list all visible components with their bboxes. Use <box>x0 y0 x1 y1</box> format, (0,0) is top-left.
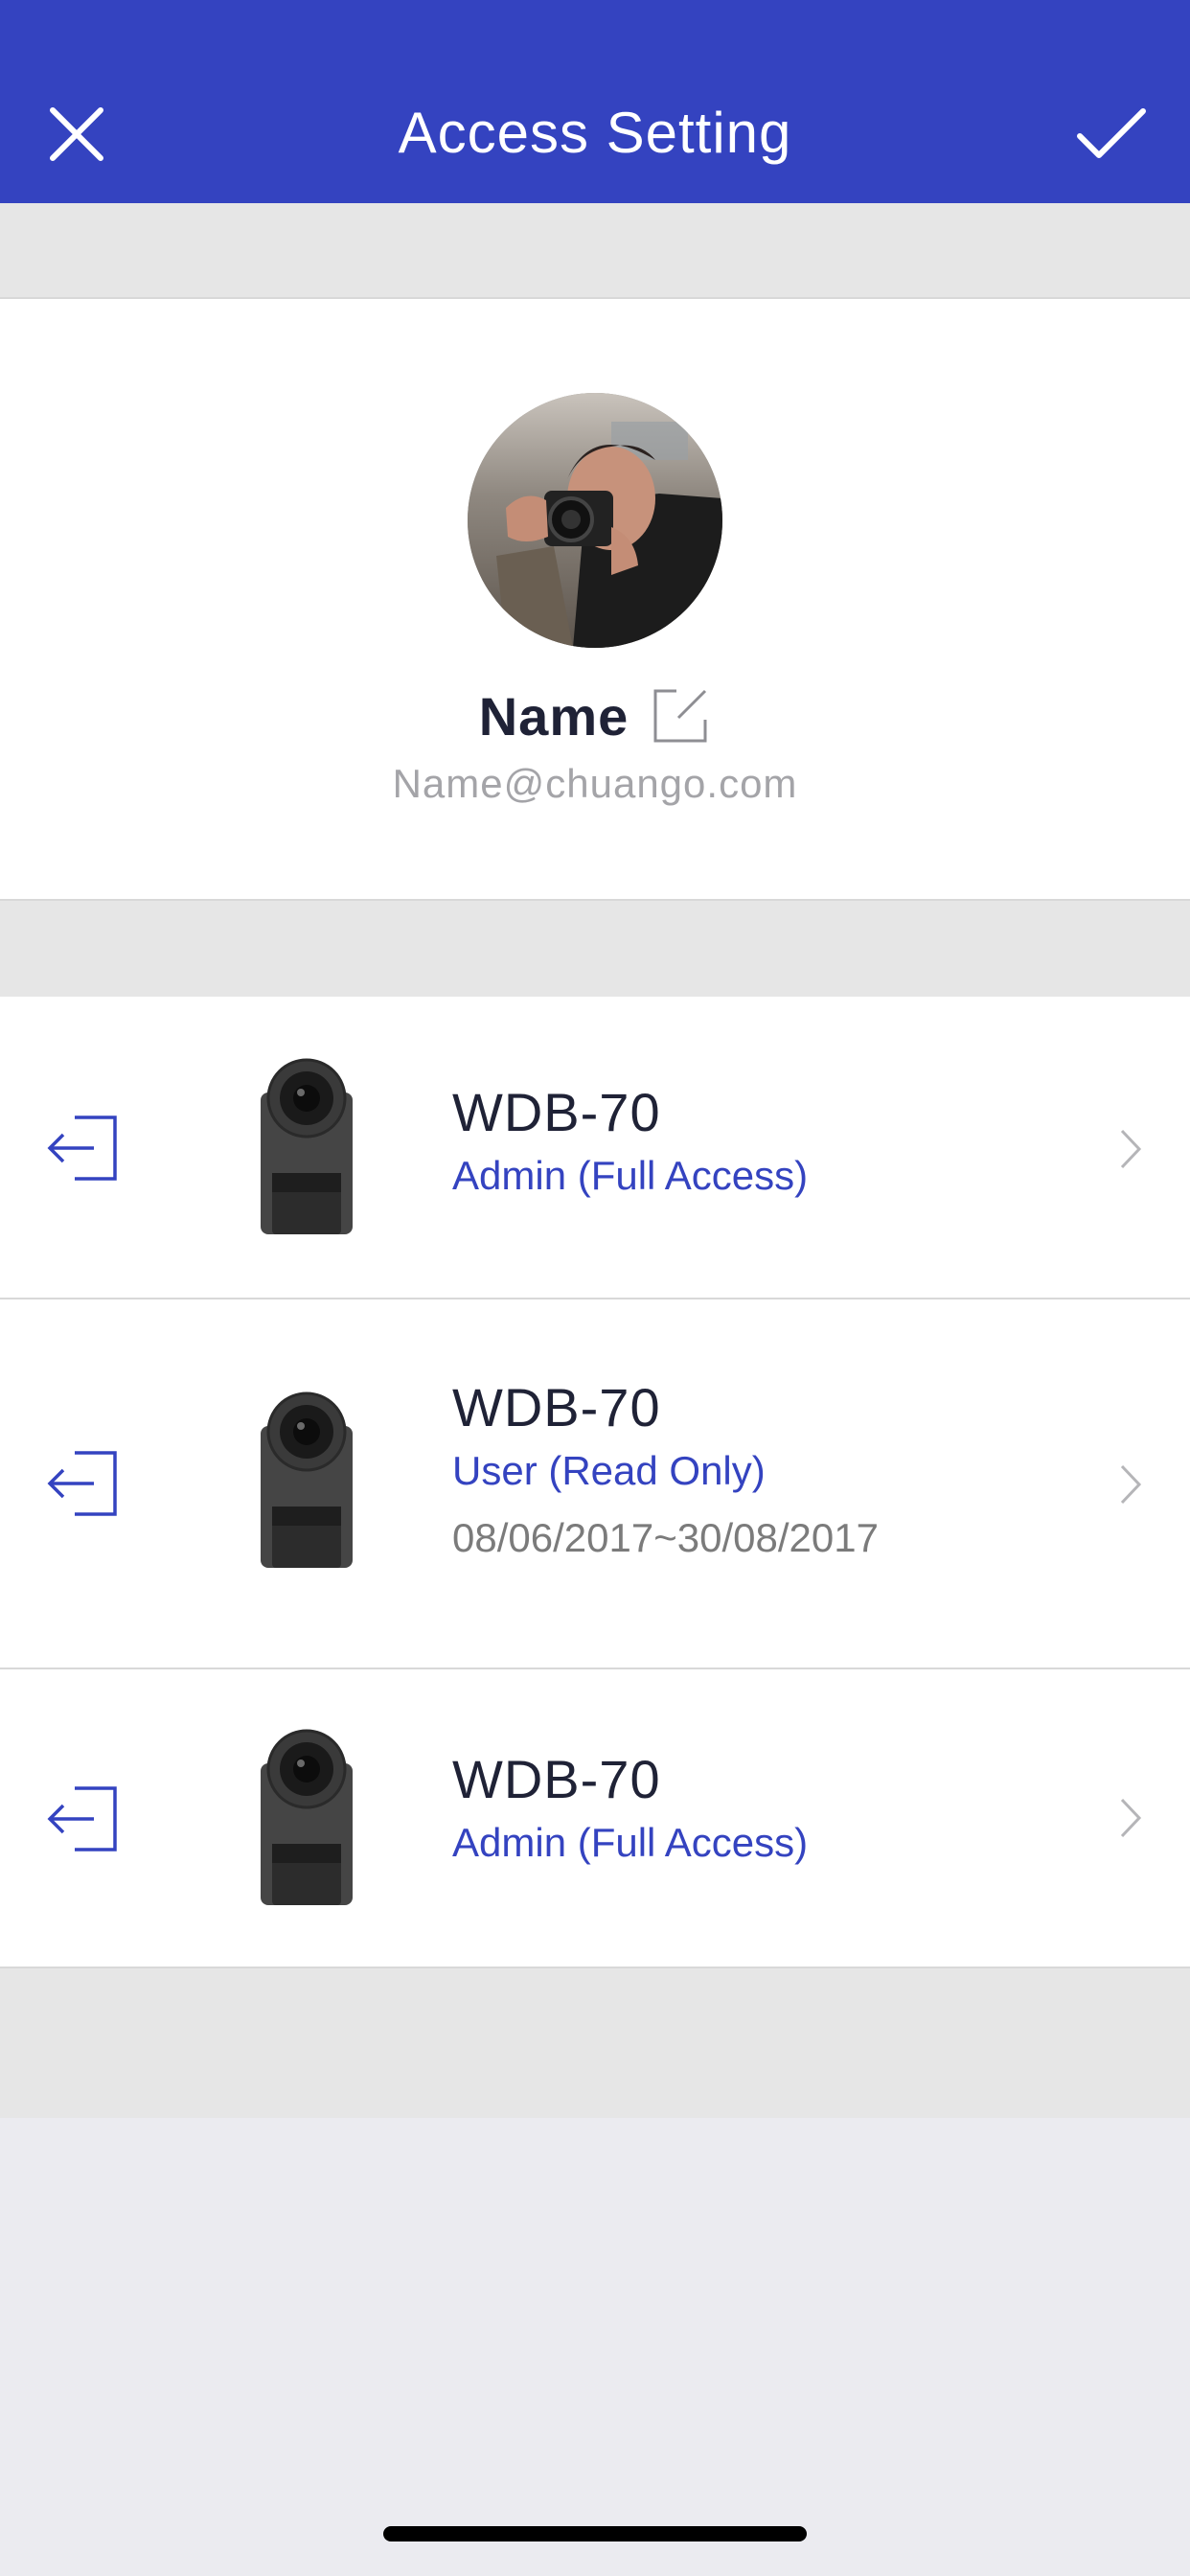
avatar <box>468 393 722 648</box>
device-item[interactable]: WDB-70 Admin (Full Access) <box>0 997 1190 1300</box>
confirm-button[interactable] <box>1068 96 1155 172</box>
device-item[interactable]: WDB-70 Admin (Full Access) <box>0 1669 1190 1968</box>
device-info: WDB-70 User (Read Only) 08/06/2017~30/08… <box>452 1374 879 1572</box>
device-name: WDB-70 <box>452 1377 661 1438</box>
profile-email: Name@chuango.com <box>392 761 798 806</box>
device-role: User (Read Only) <box>452 1448 766 1493</box>
checkmark-icon <box>1077 108 1146 158</box>
page-title: Access Setting <box>398 101 792 165</box>
device-name: WDB-70 <box>452 1749 661 1809</box>
device-role: Admin (Full Access) <box>452 1820 809 1865</box>
exit-icon[interactable] <box>46 1445 123 1522</box>
device-item[interactable]: WDB-70 User (Read Only) 08/06/2017~30/08… <box>0 1300 1190 1669</box>
section-spacer <box>0 901 1190 997</box>
doorbell-camera <box>261 1729 353 1905</box>
user-photo-avatar <box>468 393 722 648</box>
doorbell-camera <box>261 1058 353 1234</box>
device-name: WDB-70 <box>452 1082 661 1142</box>
access-setting-screen: Access Setting Name Name@chuango.com WDB… <box>0 0 1190 2576</box>
device-list: WDB-70 Admin (Full Access) WDB-70 User (… <box>0 997 1190 1968</box>
chevron-right-icon <box>1120 1464 1142 1505</box>
device-info: WDB-70 Admin (Full Access) <box>452 1079 808 1209</box>
edit-icon[interactable] <box>650 685 711 747</box>
doorbell-camera <box>261 1392 353 1568</box>
profile-section: Name Name@chuango.com <box>0 299 1190 901</box>
section-spacer <box>0 203 1190 299</box>
home-indicator[interactable] <box>383 2526 807 2542</box>
exit-icon[interactable] <box>46 1110 123 1186</box>
profile-name: Name <box>478 685 629 747</box>
device-info: WDB-70 Admin (Full Access) <box>452 1746 808 1876</box>
chevron-right-icon <box>1120 1798 1142 1838</box>
device-role: Admin (Full Access) <box>452 1153 809 1198</box>
device-date-range: 08/06/2017~30/08/2017 <box>452 1515 879 1560</box>
chevron-right-icon <box>1120 1129 1142 1169</box>
section-spacer <box>0 1968 1190 2118</box>
exit-icon[interactable] <box>46 1781 123 1857</box>
nav-header: Access Setting <box>0 0 1190 203</box>
profile-name-row: Name <box>0 682 1190 749</box>
